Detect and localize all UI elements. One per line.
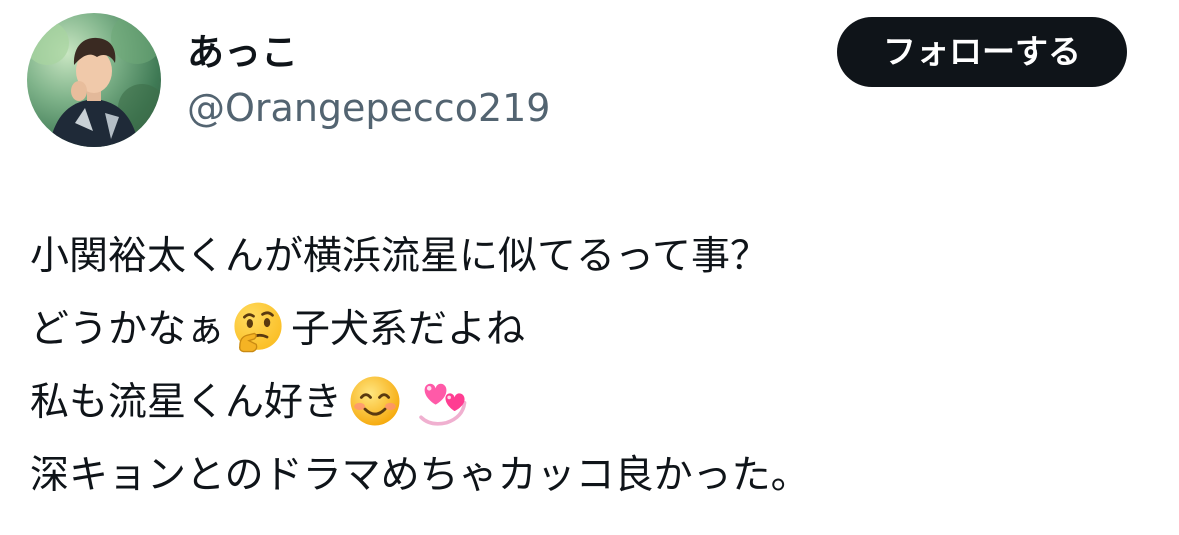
tweet-line-1-text: 小関裕太くんが横浜流星に似てるって事？: [30, 234, 770, 279]
tweet-line-2-text-b: 子犬系だよね: [291, 307, 526, 352]
tweet-line-4-text: 深キョンとのドラマめちゃカッコ良かった。: [30, 453, 810, 498]
profile-photo-icon: [27, 13, 161, 147]
avatar[interactable]: [27, 13, 161, 147]
tweet-line-3-text: 私も流星くん好き: [30, 380, 343, 425]
tweet-line-4: 深キョンとのドラマめちゃカッコ良かった。: [30, 439, 1150, 512]
display-name[interactable]: あっこ: [187, 30, 298, 76]
revolving-hearts-emoji: [412, 372, 470, 430]
tweet-line-3: 私も流星くん好き: [30, 366, 1150, 439]
tweet-text: 小関裕太くんが横浜流星に似てるって事？ どうかなぁ 子犬系だよね 私も流星くん好…: [30, 220, 1150, 512]
user-handle[interactable]: @Orangepecco219: [187, 84, 550, 132]
tweet-line-2-text-a: どうかなぁ: [30, 307, 226, 352]
thinking-face-emoji: [229, 299, 287, 357]
follow-button[interactable]: フォローする: [837, 17, 1127, 87]
tweet-line-1: 小関裕太くんが横浜流星に似てるって事？: [30, 220, 1150, 293]
tweet-card: あっこ @Orangepecco219 フォローする 小関裕太くんが横浜流星に似…: [0, 0, 1179, 535]
smiling-face-emoji: [346, 372, 404, 430]
tweet-line-2: どうかなぁ 子犬系だよね: [30, 293, 1150, 366]
